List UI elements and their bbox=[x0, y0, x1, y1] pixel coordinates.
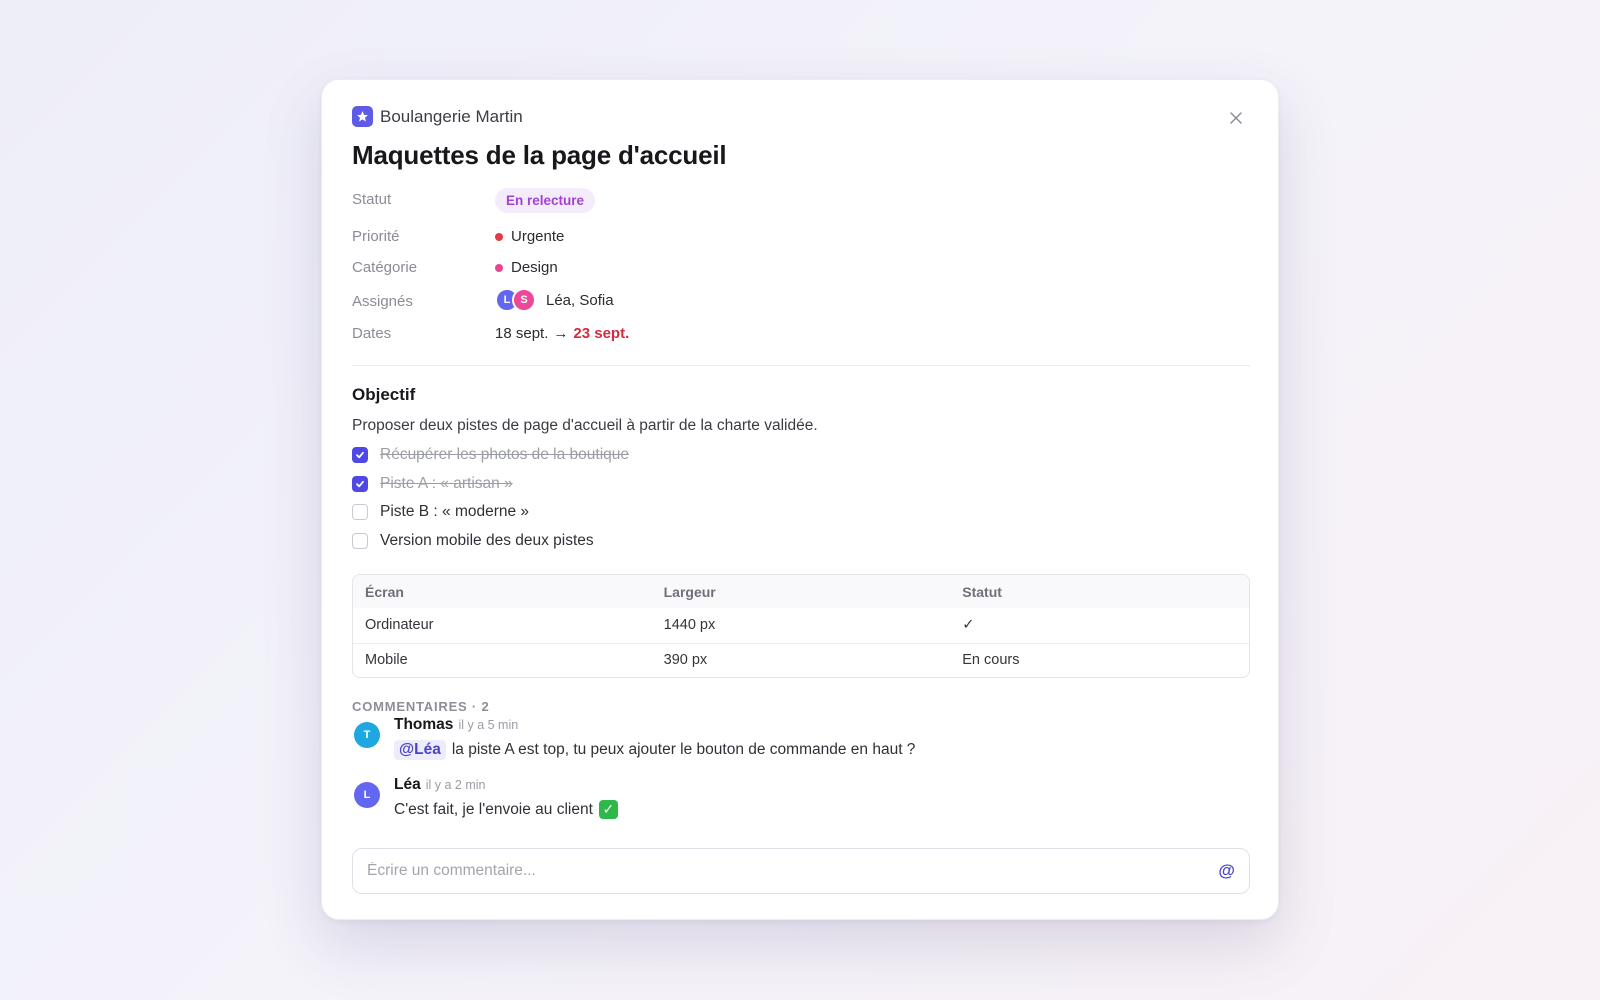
property-priority: Priorité Urgente bbox=[352, 222, 1250, 253]
avatar: L bbox=[354, 782, 380, 808]
date-start: 18 sept. bbox=[495, 325, 549, 342]
close-button[interactable] bbox=[1224, 106, 1248, 130]
checkbox-checked[interactable] bbox=[352, 475, 368, 492]
priority-value[interactable]: Urgente bbox=[495, 228, 564, 245]
checkbox-unchecked[interactable] bbox=[352, 532, 368, 549]
checklist-label: Piste B : « moderne » bbox=[380, 503, 530, 521]
table-row: Mobile 390 px En cours bbox=[353, 642, 1249, 678]
priority-dot-icon bbox=[495, 232, 503, 241]
project-breadcrumb[interactable]: Boulangerie Martin bbox=[352, 106, 523, 127]
property-label: Catégorie bbox=[352, 259, 418, 276]
table-cell: En cours bbox=[962, 652, 1020, 669]
priority-label: Urgente bbox=[511, 228, 565, 245]
dates-value[interactable]: 18 sept. → 23 sept. bbox=[495, 325, 629, 342]
star-icon bbox=[352, 106, 373, 127]
checklist-item[interactable]: Récupérer les photos de la boutique bbox=[352, 441, 952, 470]
checklist-item[interactable]: Piste B : « moderne » bbox=[352, 498, 952, 527]
table-row: Ordinateur 1440 px ✓ bbox=[353, 608, 1249, 643]
checkbox-unchecked[interactable] bbox=[352, 504, 368, 521]
arrow-right-icon: → bbox=[553, 325, 569, 342]
comments-heading: COMMENTAIRES · 2 bbox=[352, 699, 490, 714]
checkmark-icon bbox=[356, 480, 364, 487]
task-properties: Statut En relecture Priorité Urgente Cat… bbox=[352, 188, 1250, 352]
table-header-cell: Largeur bbox=[663, 583, 716, 600]
mention-button[interactable]: @ bbox=[1218, 861, 1235, 881]
project-name: Boulangerie Martin bbox=[380, 106, 523, 126]
comment-text: la piste A est top, tu peux ajouter le b… bbox=[451, 741, 916, 758]
checklist-label: Piste A : « artisan » bbox=[380, 474, 513, 492]
date-end: 23 sept. bbox=[573, 325, 630, 342]
comment-input-box: @ bbox=[352, 848, 1250, 894]
comment-time: il y a 2 min bbox=[425, 778, 486, 792]
mention-chip[interactable]: @Léa bbox=[394, 740, 446, 760]
property-label: Statut bbox=[352, 191, 392, 208]
comment-input[interactable] bbox=[367, 862, 1219, 880]
table-header-cell: Statut bbox=[962, 583, 1002, 600]
avatar: T bbox=[354, 722, 380, 748]
checklist-label: Récupérer les photos de la boutique bbox=[380, 446, 630, 464]
category-value[interactable]: Design bbox=[495, 259, 558, 276]
table-cell: ✓ bbox=[962, 617, 975, 634]
comment: L Léa il y a 2 min C'est fait, je l'envo… bbox=[352, 776, 1250, 826]
table-header-row: Écran Largeur Statut bbox=[353, 575, 1249, 608]
table-cell: 390 px bbox=[663, 652, 708, 669]
comment: T Thomas il y a 5 min @Léa la piste A es… bbox=[352, 716, 1250, 766]
task-title: Maquettes de la page d'accueil bbox=[352, 140, 727, 170]
table-cell: 1440 px bbox=[663, 617, 716, 634]
checklist: Récupérer les photos de la boutique Pist… bbox=[352, 441, 952, 555]
table-cell: Mobile bbox=[365, 652, 408, 669]
property-label: Dates bbox=[352, 325, 392, 342]
avatar: S bbox=[512, 288, 536, 312]
checkbox-checked[interactable] bbox=[352, 447, 368, 464]
comment-text: C'est fait, je l'envoie au client bbox=[394, 800, 593, 818]
category-dot-icon bbox=[495, 263, 503, 272]
comment-time: il y a 5 min bbox=[458, 718, 519, 732]
comment-author[interactable]: Thomas bbox=[394, 716, 453, 734]
category-label: Design bbox=[511, 259, 558, 276]
checklist-label: Version mobile des deux pistes bbox=[380, 531, 594, 549]
assignees-value[interactable]: L S Léa, Sofia bbox=[495, 288, 614, 312]
property-label: Priorité bbox=[352, 228, 400, 245]
property-dates: Dates 18 sept. → 23 sept. bbox=[352, 320, 1250, 352]
close-icon bbox=[1230, 112, 1242, 124]
task-modal: Boulangerie Martin Maquettes de la page … bbox=[321, 79, 1279, 920]
divider bbox=[352, 365, 1250, 366]
comment-author[interactable]: Léa bbox=[394, 776, 421, 794]
check-mark-emoji-icon: ✓ bbox=[598, 800, 618, 819]
checklist-item[interactable]: Version mobile des deux pistes bbox=[352, 527, 952, 556]
objective-heading: Objectif bbox=[352, 385, 416, 404]
status-badge[interactable]: En relecture bbox=[495, 188, 596, 213]
checkmark-icon bbox=[356, 452, 364, 459]
checklist-item[interactable]: Piste A : « artisan » bbox=[352, 470, 952, 499]
property-status: Statut En relecture bbox=[352, 188, 1250, 222]
property-label: Assignés bbox=[352, 293, 413, 310]
table-cell: Ordinateur bbox=[365, 617, 434, 634]
screens-table: Écran Largeur Statut Ordinateur 1440 px … bbox=[352, 574, 1250, 678]
table-header-cell: Écran bbox=[365, 583, 404, 600]
property-category: Catégorie Design bbox=[352, 253, 1250, 286]
objective-description: Proposer deux pistes de page d'accueil à… bbox=[352, 417, 818, 434]
property-assignees: Assignés L S Léa, Sofia bbox=[352, 286, 1250, 320]
assignee-avatars: L S bbox=[495, 288, 536, 312]
assignee-names: Léa, Sofia bbox=[546, 291, 614, 309]
